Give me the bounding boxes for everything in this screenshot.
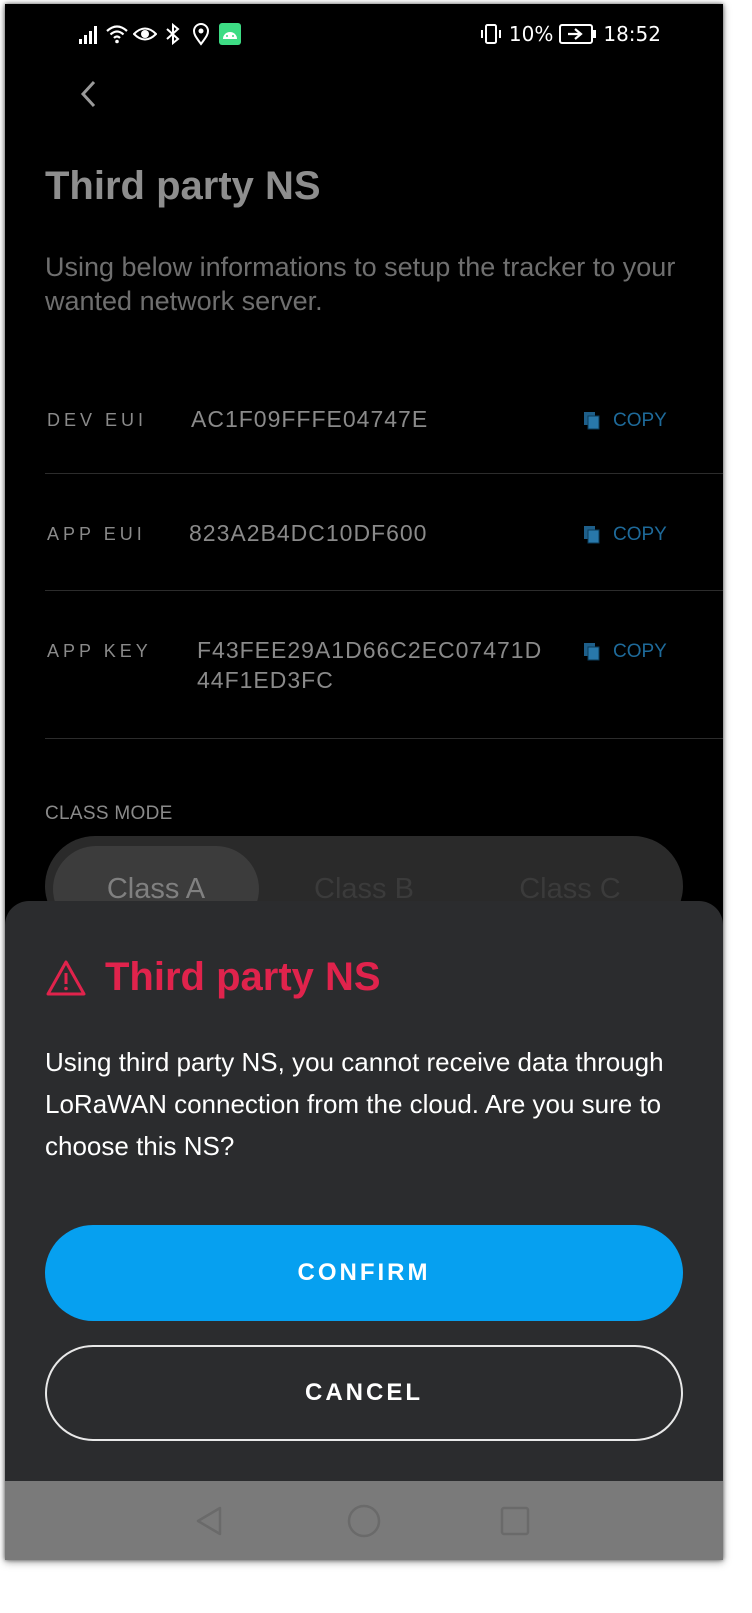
copy-label: COPY: [613, 410, 667, 431]
status-right-icons: 10% 18:52: [479, 22, 661, 46]
copy-label: COPY: [613, 524, 667, 545]
status-left-icons: [77, 22, 241, 46]
dialog-title: Third party NS: [105, 955, 381, 999]
credential-row-app-key: APP KEY F43FEE29A1D66C2EC07471D44F1ED3FC…: [45, 591, 723, 739]
circle-home-icon: [347, 1504, 381, 1538]
page-description: Using below informations to setup the tr…: [45, 252, 676, 316]
nav-back-button[interactable]: [185, 1497, 233, 1545]
credential-label: DEV EUI: [47, 410, 148, 430]
vibrate-icon: [480, 24, 501, 44]
copy-button-dev-eui[interactable]: COPY: [583, 410, 667, 432]
dialog-title-row: Third party NS: [45, 955, 381, 1000]
square-recents-icon: [500, 1506, 530, 1536]
credential-value: 823A2B4DC10DF600: [189, 520, 428, 546]
confirm-button[interactable]: CONFIRM: [45, 1225, 683, 1321]
confirm-bottom-sheet: Third party NS Using third party NS, you…: [5, 901, 723, 1481]
credential-row-dev-eui: DEV EUI AC1F09FFFE04747E COPY: [45, 362, 723, 474]
cancel-button[interactable]: CANCEL: [45, 1345, 683, 1441]
wifi-icon: [106, 25, 128, 44]
triangle-back-icon: [196, 1506, 222, 1536]
warning-icon: [46, 960, 86, 995]
phone-screen: 10% 18:52 Third party NS Using below inf…: [5, 4, 723, 1560]
system-navigation-bar: [5, 1481, 723, 1560]
android-icon: [219, 23, 241, 45]
copy-button-app-eui[interactable]: COPY: [583, 524, 667, 546]
location-icon: [192, 23, 210, 46]
copy-icon: [584, 643, 600, 661]
dialog-message: Using third party NS, you cannot receive…: [45, 1047, 664, 1161]
eye-icon: [133, 27, 157, 41]
nav-recents-button[interactable]: [491, 1497, 539, 1545]
class-mode-label: CLASS MODE: [45, 803, 173, 824]
page-title: Third party NS: [45, 164, 321, 208]
copy-label: COPY: [613, 641, 667, 662]
credential-label: APP KEY: [47, 641, 152, 661]
copy-icon: [584, 412, 600, 430]
chevron-left-icon: [80, 80, 96, 108]
battery-percent: 10%: [508, 22, 554, 46]
credentials-list: DEV EUI AC1F09FFFE04747E COPY APP EUI 82…: [45, 362, 723, 739]
credential-value: AC1F09FFFE04747E: [191, 406, 429, 432]
battery-charging-icon: [559, 24, 597, 44]
copy-button-app-key[interactable]: COPY: [583, 641, 667, 663]
credential-label: APP EUI: [47, 524, 146, 544]
clock: 18:52: [603, 22, 661, 46]
status-bar: 10% 18:52: [5, 4, 723, 66]
credential-row-app-eui: APP EUI 823A2B4DC10DF600 COPY: [45, 474, 723, 591]
credential-value: F43FEE29A1D66C2EC07471D44F1ED3FC: [197, 637, 543, 693]
signal-icon: [79, 26, 97, 44]
nav-home-button[interactable]: [340, 1497, 388, 1545]
back-button[interactable]: [69, 74, 109, 114]
copy-icon: [584, 526, 600, 544]
bluetooth-icon: [166, 22, 180, 46]
